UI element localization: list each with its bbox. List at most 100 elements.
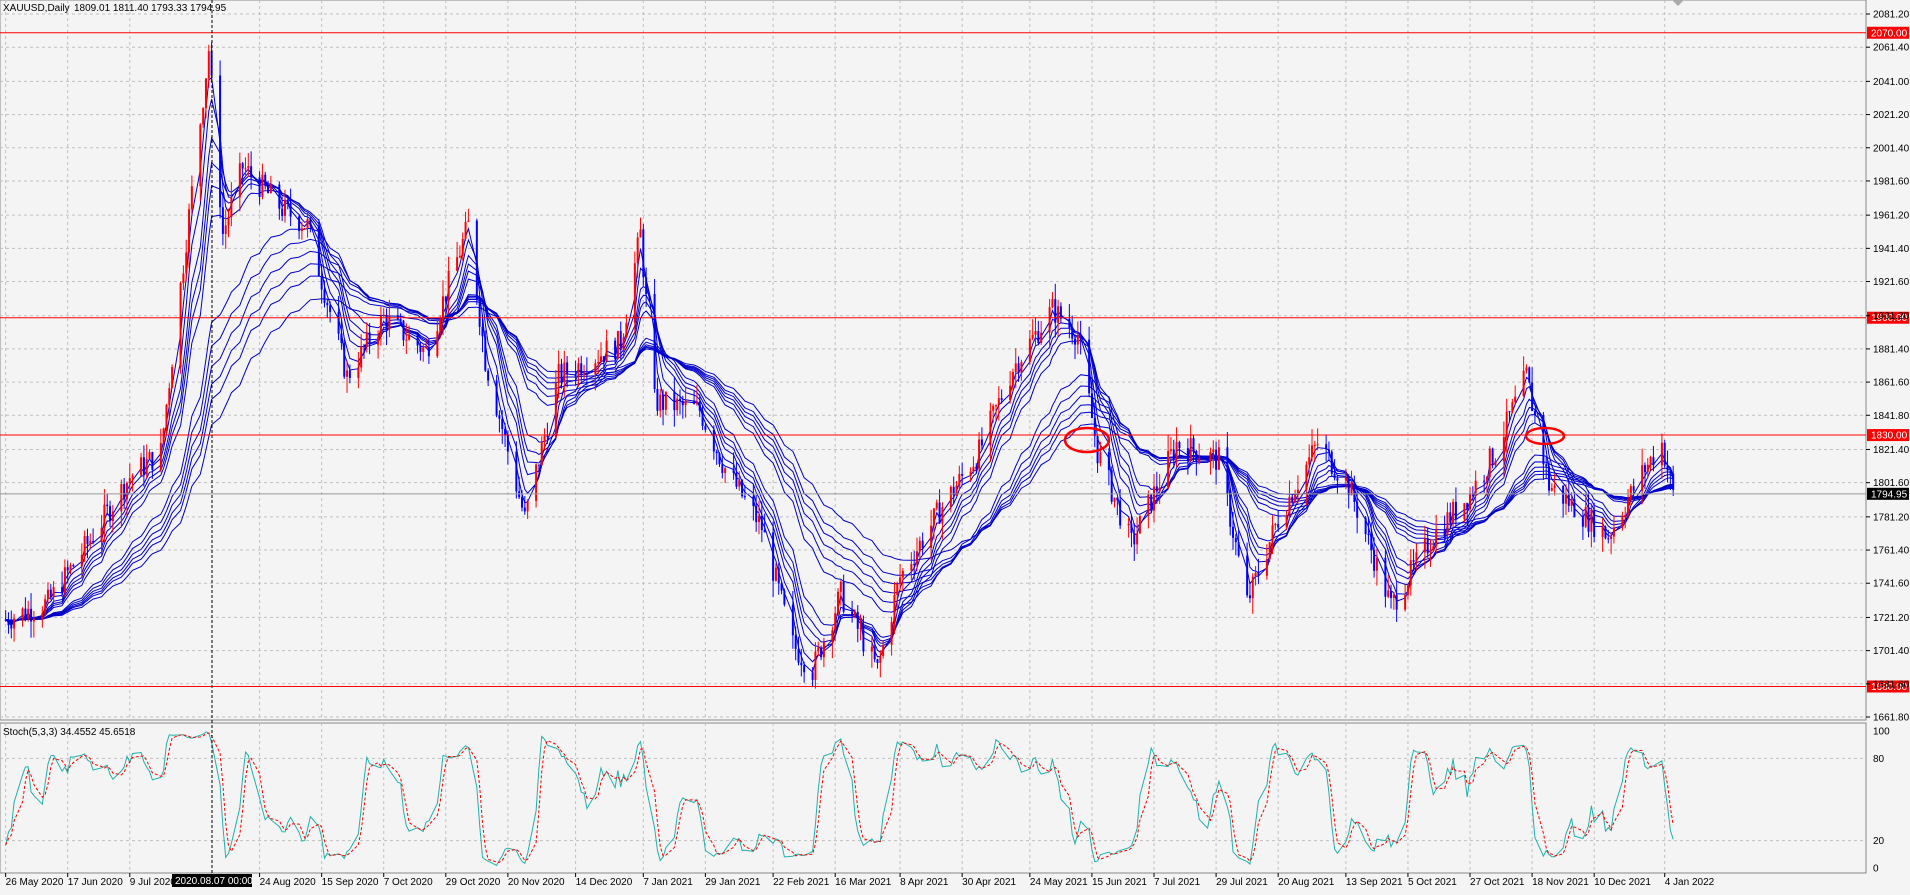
candle-body	[436, 331, 439, 357]
candle-body	[543, 435, 546, 442]
candle-body	[662, 394, 665, 410]
candle-body	[980, 439, 983, 446]
candle-body	[148, 452, 151, 459]
price-tick-label: 1901.20	[1873, 311, 1910, 322]
candle-body	[535, 464, 538, 501]
candle-body	[1251, 576, 1254, 599]
candle-body	[989, 410, 992, 446]
candle-body	[481, 326, 484, 337]
candle-body	[1234, 537, 1237, 543]
date-tick-label: 24 May 2021	[1030, 877, 1088, 888]
candle-body	[780, 583, 783, 591]
candle-body	[1313, 444, 1316, 446]
candle-body	[464, 221, 467, 239]
candle-body	[876, 659, 879, 663]
candle-body	[1277, 524, 1280, 528]
candle-body	[1133, 533, 1136, 545]
date-tick-label: 29 Oct 2020	[446, 877, 501, 888]
candle-body	[1192, 438, 1195, 452]
candle-body	[574, 374, 577, 377]
candle-body	[69, 565, 72, 571]
candle-body	[461, 238, 464, 256]
candle-body	[1624, 515, 1627, 518]
candle-body	[241, 163, 244, 169]
level-price-label: 2070.00	[1871, 28, 1908, 39]
candle-body	[13, 618, 16, 629]
candle-body	[162, 428, 165, 443]
price-chart[interactable]: 2070.001900.001830.001680.001794.95 2081…	[0, 0, 1910, 895]
candle-body	[794, 635, 797, 649]
candle-body	[52, 586, 55, 598]
candle-body	[498, 415, 501, 419]
candle-body	[695, 401, 698, 404]
candle-body	[145, 458, 148, 475]
date-axis[interactable]: 26 May 2020 17 Jun 2020 9 Jul 2020 24 Aug 2…	[5, 873, 1715, 888]
candle-body	[814, 651, 817, 680]
candle-body	[879, 656, 882, 663]
candle-body	[405, 339, 408, 341]
chart-window[interactable]: 2070.00 1900.00 1830.00 1680.00 1794.95 2081…	[0, 0, 1910, 895]
candle-body	[653, 294, 656, 389]
date-tick-label: 17 Jun 2020	[68, 877, 123, 888]
candle-body	[1119, 500, 1122, 526]
candle-body	[278, 184, 281, 209]
candle-body	[597, 362, 600, 364]
candle-body	[625, 322, 628, 338]
candle-body	[605, 340, 608, 362]
candle-body	[645, 277, 648, 295]
candle-body	[515, 451, 518, 492]
candle-body	[188, 209, 191, 253]
candle-body	[1646, 464, 1649, 473]
candle-body	[1412, 560, 1415, 562]
candle-body	[817, 647, 820, 652]
price-tick-label: 1801.60	[1873, 478, 1910, 489]
main-pane[interactable]	[0, 0, 1867, 721]
candle-body	[281, 208, 284, 216]
candle-body	[523, 507, 526, 512]
candle-body	[1265, 559, 1268, 576]
price-tick-label: 1681.60	[1873, 679, 1910, 690]
candle-body	[935, 502, 938, 509]
candle-body	[684, 400, 687, 406]
candle-body	[678, 398, 681, 401]
candle-body	[1274, 524, 1277, 526]
candle-body	[1666, 465, 1669, 471]
candle-body	[777, 567, 780, 584]
candle-body	[1014, 363, 1017, 373]
candle-body	[1347, 477, 1350, 496]
candle-body	[1138, 515, 1141, 534]
crosshair-date-label: 2020.08.07 00:00	[175, 876, 253, 887]
candle-body	[1237, 542, 1240, 556]
candle-body	[1449, 512, 1452, 523]
candle-body	[283, 199, 286, 216]
candle-body	[797, 648, 800, 663]
candle-body	[890, 621, 893, 645]
candle-body	[1446, 512, 1449, 536]
candle-body	[49, 589, 52, 598]
candle-body	[238, 163, 241, 198]
candle-body	[1672, 473, 1675, 490]
price-tick-label: 1941.40	[1873, 244, 1910, 255]
candle-body	[1232, 526, 1235, 538]
candle-body	[949, 486, 952, 508]
candle-body	[1195, 451, 1198, 462]
candle-body	[757, 515, 760, 523]
candle-body	[1107, 452, 1110, 471]
candle-body	[1031, 334, 1034, 339]
candle-body	[1150, 494, 1153, 511]
candle-body	[128, 478, 131, 484]
candle-body	[329, 305, 332, 312]
candle-body	[1406, 585, 1409, 596]
candle-body	[1285, 515, 1288, 528]
candle-body	[258, 177, 261, 197]
candle-body	[1545, 464, 1548, 467]
candle-body	[1291, 496, 1294, 503]
price-axis[interactable]: 2081.20 2061.40 2041.00 2021.20 2001.40 1981.…	[1866, 10, 1910, 724]
indicator-tick-label: 80	[1873, 754, 1885, 765]
indicator-pane[interactable]	[0, 722, 1867, 874]
candle-body	[357, 367, 360, 378]
date-tick-label: 8 Apr 2021	[900, 877, 949, 888]
candle-body	[92, 540, 95, 543]
candle-body	[520, 497, 523, 508]
candle-body	[21, 608, 24, 619]
